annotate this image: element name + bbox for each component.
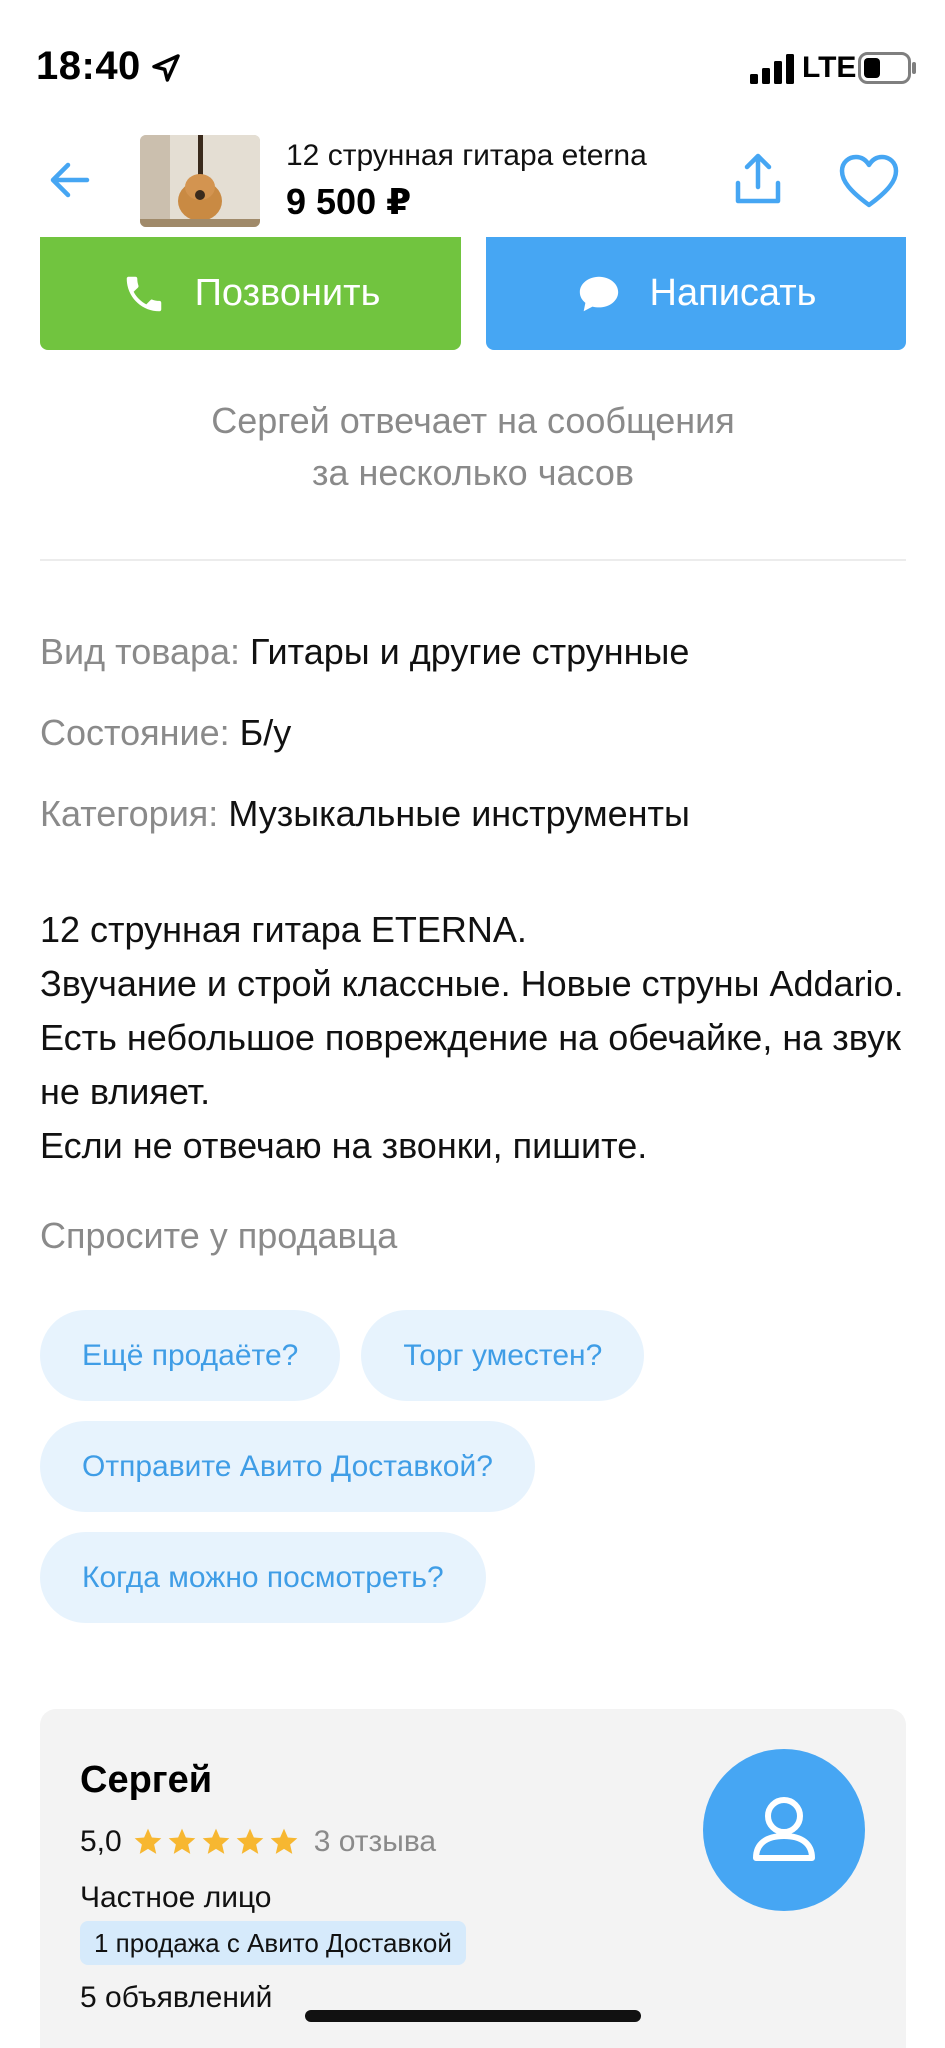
location-arrow-icon [152, 54, 180, 82]
delivery-sales-badge: 1 продажа с Авито Доставкой [80, 1921, 466, 1965]
param-value: Музыкальные инструменты [228, 793, 690, 834]
phone-icon [126, 276, 161, 311]
seller-reply-note: Сергей отвечает на сообщения за нескольк… [40, 395, 906, 499]
status-bar: 18:40 LTE [0, 0, 945, 135]
quick-question-chip[interactable]: Отправите Авито Доставкой? [40, 1421, 535, 1512]
avatar[interactable] [703, 1749, 865, 1911]
param-row: Категория: Музыкальные инструменты [40, 787, 920, 841]
call-button[interactable]: Позвонить [40, 237, 461, 350]
write-button[interactable]: Написать [486, 237, 906, 350]
ask-seller-title: Спросите у продавца [40, 1215, 398, 1256]
back-arrow-icon[interactable] [45, 155, 95, 205]
chat-bubble-icon [579, 276, 618, 311]
description-line: Если не отвечаю на звонки, пишите. [40, 1125, 648, 1166]
ask-seller-chips: Ещё продаёте? Торг уместен? Отправите Ав… [40, 1310, 920, 1643]
star-icon [202, 1828, 230, 1854]
quick-question-chip[interactable]: Ещё продаёте? [40, 1310, 341, 1401]
share-icon[interactable] [730, 151, 786, 207]
home-indicator [305, 2010, 641, 2022]
seller-rating[interactable]: 5,0 3 отзыва [80, 1825, 436, 1859]
heart-icon[interactable] [838, 153, 900, 209]
param-key: Состояние: [40, 712, 230, 753]
network-type: LTE [802, 51, 857, 84]
reply-note-line2: за несколько часов [311, 452, 635, 493]
quick-question-chip[interactable]: Когда можно посмотреть? [40, 1532, 486, 1623]
reviews-count[interactable]: 3 отзыва [314, 1825, 436, 1859]
param-value: Гитары и другие струнные [250, 631, 690, 672]
rating-value: 5,0 [80, 1825, 122, 1858]
header-title: 12 струнная гитара eterna [286, 139, 647, 172]
seller-card[interactable]: Сергей 5,0 3 отзыва Частное лицо 1 прода… [40, 1709, 906, 2048]
param-key: Вид товара: [40, 631, 241, 672]
status-time: 18:40 [36, 44, 141, 88]
item-params: Вид товара: Гитары и другие струнные Сос… [40, 625, 920, 868]
signal-icon [750, 54, 794, 84]
param-value: Б/у [239, 712, 292, 753]
quick-question-chip[interactable]: Торг уместен? [361, 1310, 645, 1401]
header-price: 9 500 ₽ [286, 181, 412, 222]
item-description: 12 струнная гитара ETERNA. Звучание и ст… [40, 903, 920, 1173]
param-row: Вид товара: Гитары и другие струнные [40, 625, 920, 679]
description-line: Звучание и строй классные. Новые струны … [40, 963, 904, 1112]
seller-name[interactable]: Сергей [80, 1759, 212, 1802]
write-button-label: Написать [649, 272, 817, 314]
param-key: Категория: [40, 793, 219, 834]
battery-icon [858, 52, 916, 84]
item-thumbnail[interactable] [140, 135, 260, 227]
rating-stars [132, 1826, 300, 1858]
item-header: 12 струнная гитара eterna 9 500 ₽ [0, 135, 945, 235]
star-icon [270, 1828, 298, 1854]
reply-note-line1: Сергей отвечает на сообщения [211, 400, 735, 441]
star-icon [134, 1828, 162, 1854]
param-row: Состояние: Б/у [40, 706, 920, 760]
description-line: 12 струнная гитара ETERNA. [40, 909, 527, 950]
guitar-image [140, 135, 260, 227]
divider [40, 559, 906, 561]
user-icon [753, 1797, 815, 1861]
star-icon [168, 1828, 196, 1854]
call-button-label: Позвонить [194, 272, 381, 314]
seller-type: Частное лицо [80, 1881, 272, 1914]
star-icon [236, 1828, 264, 1854]
seller-ads-count[interactable]: 5 объявлений [80, 1981, 272, 2015]
